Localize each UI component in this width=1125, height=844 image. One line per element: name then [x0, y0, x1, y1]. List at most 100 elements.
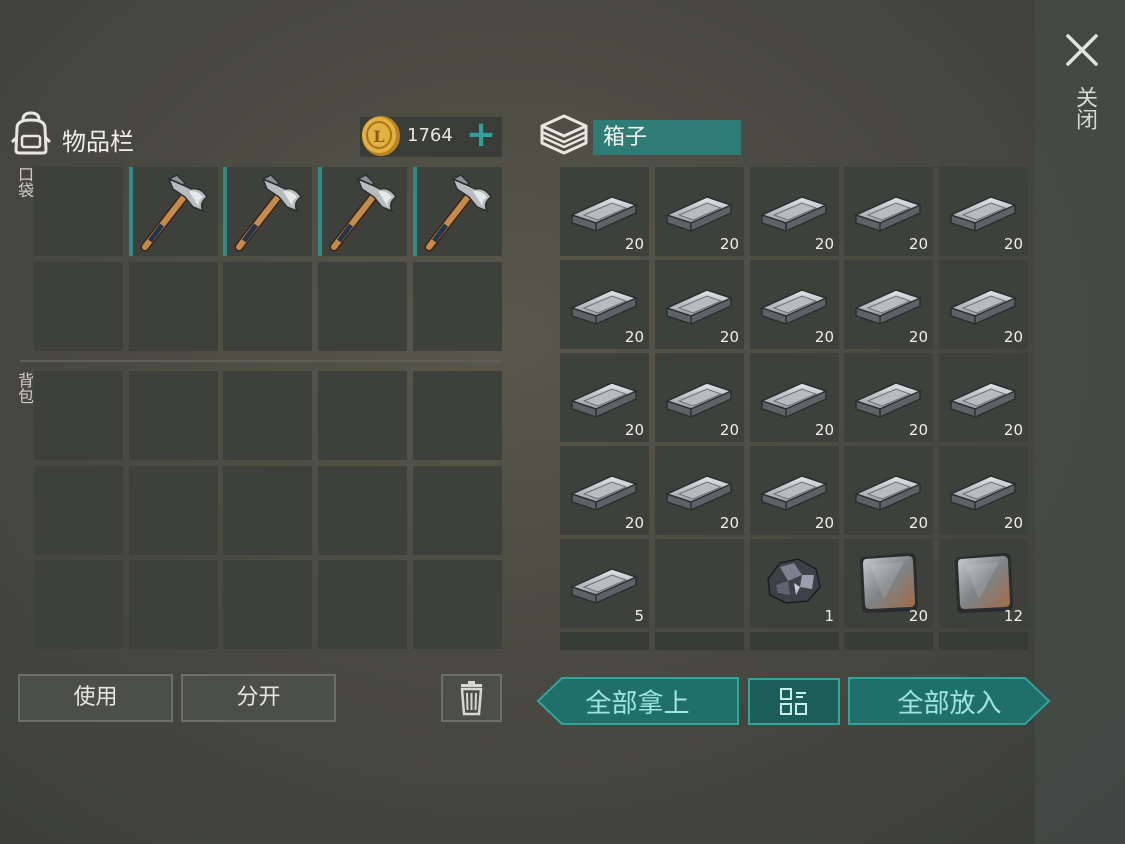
use-button[interactable]: 使用 [18, 674, 173, 722]
chest-slot[interactable]: 20 [939, 167, 1028, 256]
item-count: 20 [908, 421, 928, 439]
item-count: 20 [814, 421, 834, 439]
backpack-slot[interactable] [318, 371, 407, 460]
backpack-slot[interactable] [34, 466, 123, 555]
item-count: 20 [908, 235, 928, 253]
item-count: 12 [1003, 607, 1023, 625]
pocket-slot[interactable] [318, 262, 407, 351]
pocket-slot[interactable] [34, 167, 123, 256]
chest-slot[interactable] [655, 539, 744, 628]
chest-slot[interactable]: 20 [655, 446, 744, 535]
chest-slot[interactable]: 12 [939, 539, 1028, 628]
backpack-slot[interactable] [129, 371, 218, 460]
pocket-slot[interactable] [413, 262, 502, 351]
chest-slot[interactable]: 20 [844, 353, 933, 442]
backpack-slot[interactable] [318, 560, 407, 649]
sort-button[interactable] [748, 678, 840, 725]
item-count: 20 [908, 607, 928, 625]
take-all-button[interactable]: 全部拿上 [535, 676, 740, 726]
chest-slot[interactable] [655, 632, 744, 650]
chest-icon [540, 114, 588, 155]
pocket-slot[interactable] [129, 167, 218, 256]
hatchet-icon [129, 167, 218, 256]
chest-slot[interactable]: 20 [655, 260, 744, 349]
item-count: 20 [1003, 421, 1023, 439]
section-divider [20, 360, 502, 362]
item-count: 20 [719, 328, 739, 346]
item-count: 20 [624, 328, 644, 346]
chest-slot[interactable]: 20 [560, 446, 649, 535]
item-count: 20 [719, 421, 739, 439]
take-all-label: 全部拿上 [585, 688, 690, 719]
chest-slot[interactable]: 20 [560, 260, 649, 349]
put-all-button[interactable]: 全部放入 [847, 676, 1052, 726]
item-count: 1 [824, 607, 834, 625]
item-count: 20 [814, 328, 834, 346]
item-count: 20 [1003, 235, 1023, 253]
chest-slot[interactable]: 20 [750, 353, 839, 442]
chest-slot[interactable]: 20 [655, 167, 744, 256]
chest-slot[interactable]: 20 [844, 446, 933, 535]
chest-slot[interactable]: 20 [844, 167, 933, 256]
chest-slot[interactable] [844, 632, 933, 650]
item-count: 5 [634, 607, 644, 625]
add-coins-button[interactable]: + [466, 117, 496, 153]
split-button[interactable]: 分开 [181, 674, 336, 722]
chest-slot[interactable]: 20 [560, 353, 649, 442]
chest-slot[interactable]: 1 [750, 539, 839, 628]
pocket-label: 口袋 [15, 166, 34, 198]
item-count: 20 [624, 235, 644, 253]
close-label[interactable]: 关闭 [1068, 86, 1097, 130]
chest-slot[interactable]: 20 [844, 539, 933, 628]
chest-slot[interactable]: 20 [750, 446, 839, 535]
grid-sort-icon [748, 678, 840, 725]
pocket-slot[interactable] [129, 262, 218, 351]
trash-icon [460, 681, 483, 716]
item-count: 20 [814, 514, 834, 532]
chest-slot[interactable]: 20 [844, 260, 933, 349]
inventory-title: 物品栏 [62, 128, 134, 156]
backpack-slot[interactable] [34, 371, 123, 460]
backpack-slot[interactable] [318, 466, 407, 555]
item-count: 20 [624, 514, 644, 532]
hatchet-icon [318, 167, 407, 256]
pocket-slot[interactable] [413, 167, 502, 256]
chest-slot[interactable] [750, 632, 839, 650]
backpack-slot[interactable] [413, 466, 502, 555]
chest-slot[interactable]: 20 [939, 260, 1028, 349]
put-all-label: 全部放入 [897, 688, 1002, 719]
backpack-slot[interactable] [129, 466, 218, 555]
chest-title: 箱子 [593, 120, 741, 155]
chest-slot[interactable]: 5 [560, 539, 649, 628]
item-count: 20 [908, 328, 928, 346]
backpack-slot[interactable] [223, 466, 312, 555]
chest-slot[interactable] [560, 632, 649, 650]
backpack-slot[interactable] [223, 560, 312, 649]
chest-slot[interactable]: 20 [750, 167, 839, 256]
backpack-slot[interactable] [129, 560, 218, 649]
backpack-slot[interactable] [413, 371, 502, 460]
backpack-slot[interactable] [413, 560, 502, 649]
item-count: 20 [719, 235, 739, 253]
backpack-slot[interactable] [34, 560, 123, 649]
chest-slot[interactable]: 20 [750, 260, 839, 349]
svg-text:L: L [373, 127, 384, 146]
backpack-label: 背包 [15, 372, 34, 404]
trash-button[interactable] [441, 674, 502, 722]
coin-icon: L [362, 116, 400, 156]
item-count: 20 [624, 421, 644, 439]
chest-slot[interactable]: 20 [939, 446, 1028, 535]
item-count: 20 [908, 514, 928, 532]
backpack-icon [10, 111, 52, 155]
backpack-slot[interactable] [223, 371, 312, 460]
close-icon[interactable] [1062, 30, 1102, 70]
item-count: 20 [1003, 328, 1023, 346]
pocket-slot[interactable] [318, 167, 407, 256]
chest-slot[interactable]: 20 [560, 167, 649, 256]
chest-slot[interactable] [939, 632, 1028, 650]
pocket-slot[interactable] [34, 262, 123, 351]
chest-slot[interactable]: 20 [655, 353, 744, 442]
chest-slot[interactable]: 20 [939, 353, 1028, 442]
pocket-slot[interactable] [223, 262, 312, 351]
pocket-slot[interactable] [223, 167, 312, 256]
